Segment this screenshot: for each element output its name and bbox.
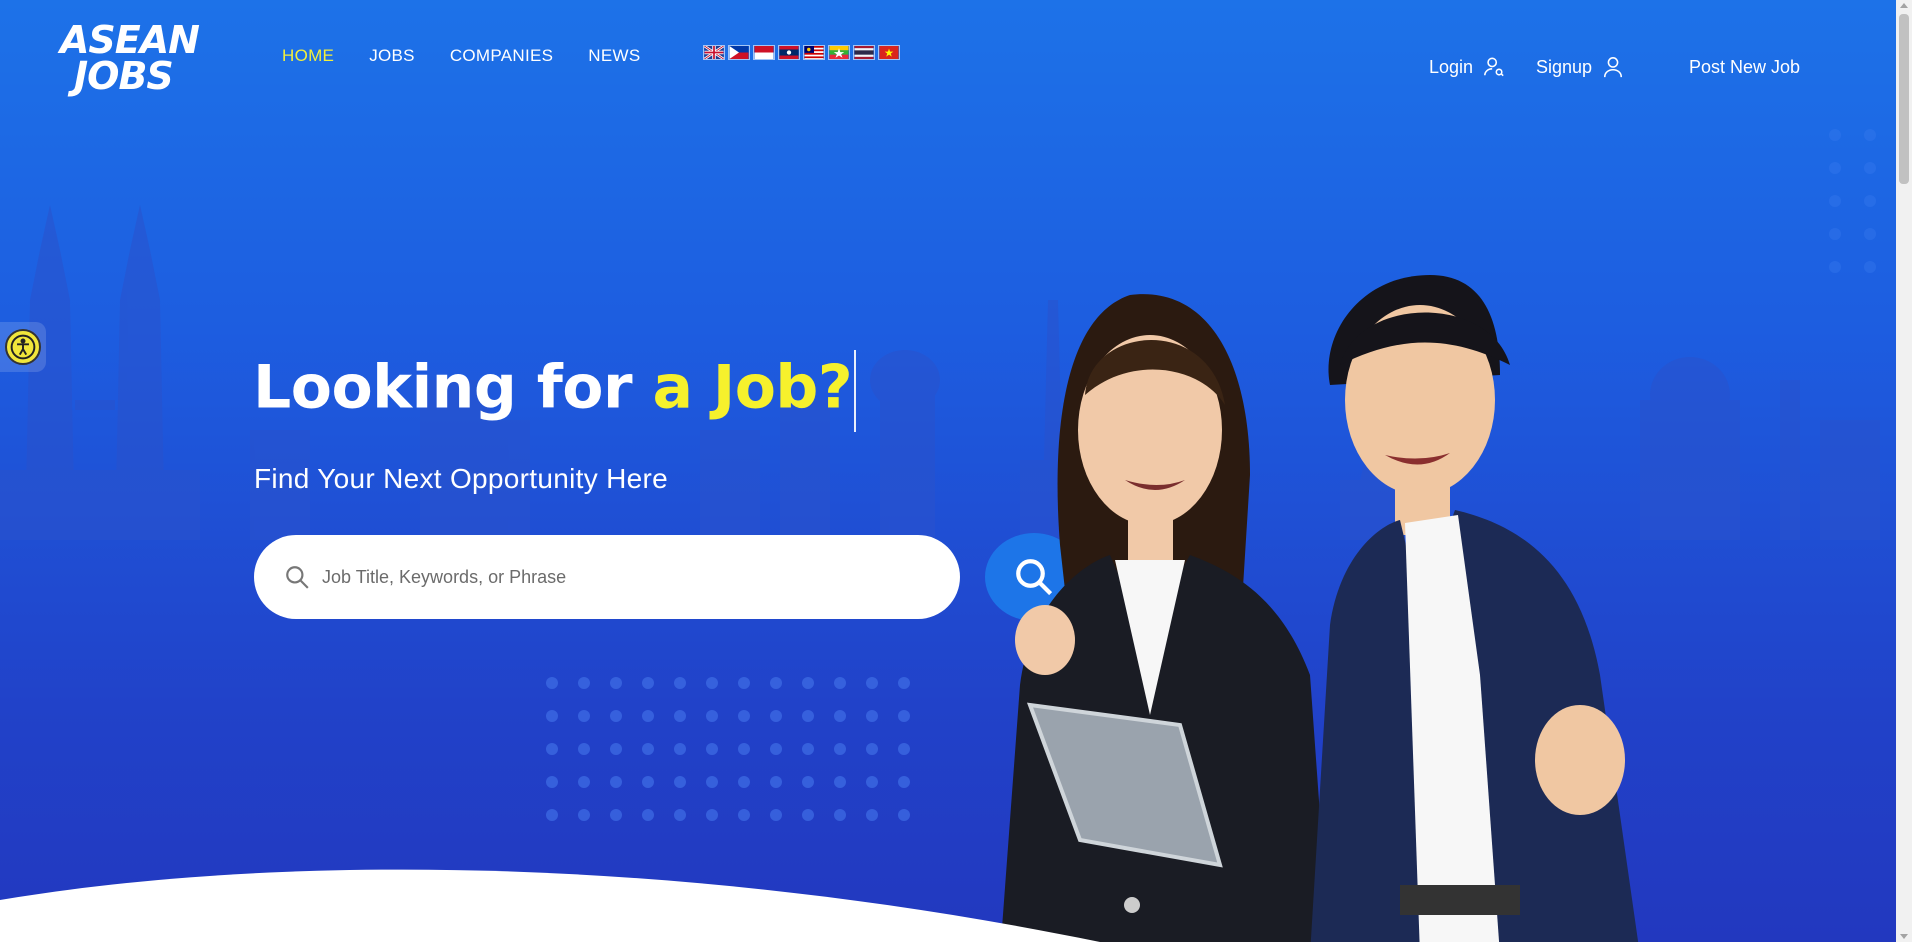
flag-la-icon[interactable]	[778, 45, 800, 60]
flag-my-icon[interactable]	[803, 45, 825, 60]
hero-people-photo	[1000, 275, 1639, 942]
flag-mm-icon[interactable]	[828, 45, 850, 60]
flag-id-icon[interactable]	[753, 45, 775, 60]
headline-part-1: Looking for	[253, 352, 653, 423]
flag-th-icon[interactable]	[853, 45, 875, 60]
main-nav: HOME JOBS COMPANIES NEWS	[282, 46, 640, 66]
nav-companies[interactable]: COMPANIES	[450, 46, 553, 66]
flag-vn-icon[interactable]	[878, 45, 900, 60]
nav-home[interactable]: HOME	[282, 46, 334, 66]
signup-link[interactable]: Signup	[1536, 56, 1624, 78]
logo-line-2: JOBS	[74, 54, 174, 98]
signup-label: Signup	[1536, 56, 1593, 77]
user-icon	[1604, 57, 1623, 78]
flag-gb-icon[interactable]	[703, 45, 725, 60]
job-search-box	[254, 535, 960, 619]
decorative-dot-grid	[546, 677, 910, 821]
headline-part-2: a Job?	[652, 352, 853, 423]
hero-section: ASEAN JOBS HOME JOBS COMPANIES NEWS Logi…	[0, 0, 1896, 942]
flag-ph-icon[interactable]	[728, 45, 750, 60]
bottom-wave-divider	[0, 869, 1100, 942]
language-flags	[703, 45, 900, 60]
post-new-job-link[interactable]: Post New Job	[1689, 57, 1800, 78]
scroll-down-arrow-icon[interactable]	[1900, 934, 1908, 939]
accessibility-icon	[5, 329, 41, 365]
scrollbar-thumb[interactable]	[1899, 14, 1909, 184]
scroll-up-arrow-icon[interactable]	[1900, 3, 1908, 8]
hero-subheadline: Find Your Next Opportunity Here	[254, 463, 668, 494]
job-search-input[interactable]	[320, 565, 924, 589]
text-caret	[854, 350, 857, 432]
post-new-job-label: Post New Job	[1689, 57, 1801, 77]
nav-news[interactable]: NEWS	[588, 46, 640, 66]
login-label: Login	[1429, 56, 1474, 77]
asean-jobs-logo[interactable]: ASEAN JOBS	[60, 18, 200, 98]
vertical-scrollbar[interactable]	[1896, 0, 1912, 942]
user-key-icon	[1484, 57, 1504, 77]
logo-line-1: ASEAN	[60, 18, 200, 62]
accessibility-toolbar-button[interactable]	[0, 322, 46, 372]
hero-headline: Looking for a Job?	[253, 350, 857, 432]
nav-jobs[interactable]: JOBS	[369, 46, 415, 66]
search-icon	[286, 566, 309, 589]
login-link[interactable]: Login	[1429, 56, 1505, 78]
